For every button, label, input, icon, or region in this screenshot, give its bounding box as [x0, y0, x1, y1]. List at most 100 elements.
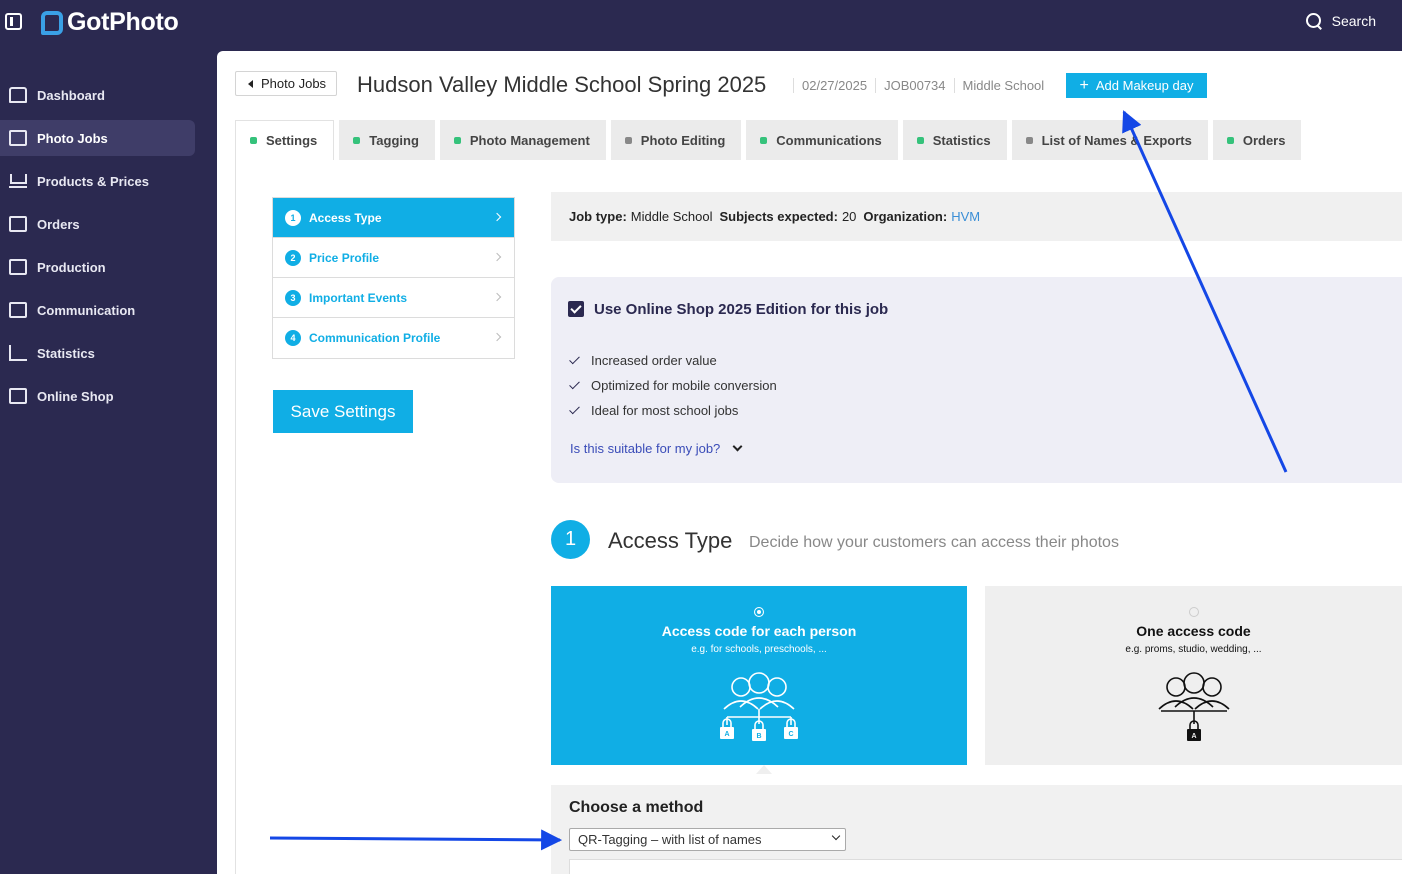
option-subtitle: e.g. proms, studio, wedding, ...	[1125, 644, 1262, 655]
lock-a-label: A	[1191, 733, 1196, 740]
sidebar-item-label: Orders	[37, 216, 80, 232]
tab-label: Communications	[776, 132, 882, 148]
tab-statistics[interactable]: Statistics	[902, 120, 1007, 160]
tab-settings[interactable]: Settings	[235, 120, 335, 160]
step-price-profile[interactable]: 2 Price Profile	[273, 238, 514, 278]
tab-label: Photo Editing	[640, 132, 726, 148]
sidebar-item-dashboard[interactable]: Dashboard	[0, 77, 195, 113]
benefit-text: Increased order value	[591, 353, 717, 368]
search-label: Search	[1331, 13, 1376, 29]
chevron-right-icon	[492, 292, 502, 302]
search-icon	[1305, 12, 1323, 30]
option-title: One access code	[1136, 623, 1251, 639]
back-to-photo-jobs-button[interactable]: Photo Jobs	[235, 71, 338, 96]
step-number: 2	[285, 249, 301, 266]
sidebar-item-photo-jobs[interactable]: Photo Jobs	[0, 120, 195, 156]
store-icon	[9, 388, 27, 404]
radio-button[interactable]	[754, 607, 764, 617]
tab-communications[interactable]: Communications	[746, 120, 898, 160]
sidebar-item-orders[interactable]: Orders	[0, 206, 195, 242]
status-dot-icon	[453, 136, 461, 144]
printer-icon	[9, 259, 27, 275]
sidebar-item-label: Online Shop	[37, 388, 114, 404]
radio-button[interactable]	[1188, 607, 1199, 617]
add-makeup-label: Add Makeup day	[1095, 78, 1194, 93]
group-with-locks-icon: A B C	[720, 672, 798, 741]
group-with-lock-icon: A	[1157, 672, 1230, 741]
benefit-text: Optimized for mobile conversion	[591, 378, 777, 393]
status-dot-icon	[760, 136, 768, 144]
sidebar-item-online-shop[interactable]: Online Shop	[0, 378, 195, 414]
plus-icon: +	[1079, 76, 1089, 94]
chevron-right-icon	[492, 252, 502, 262]
tab-label: Photo Management	[469, 132, 590, 148]
job-info-bar: Job type: Middle School Subjects expecte…	[551, 192, 1402, 241]
step-important-events[interactable]: 3 Important Events	[273, 278, 514, 318]
chart-icon	[9, 345, 27, 361]
back-label: Photo Jobs	[261, 76, 327, 91]
subjects-value: 20	[841, 209, 857, 224]
list-item: Increased order value	[568, 348, 777, 373]
tab-label: Settings	[266, 133, 318, 148]
job-tabs: Settings Tagging Photo Management Photo …	[235, 120, 1302, 160]
step-communication-profile[interactable]: 4 Communication Profile	[273, 318, 514, 358]
method-select[interactable]: QR-Tagging – with list of names	[569, 828, 846, 851]
sidebar-item-production[interactable]: Production	[0, 249, 195, 285]
message-icon	[9, 302, 27, 318]
online-shop-title: Use Online Shop 2025 Edition for this jo…	[594, 301, 889, 318]
settings-steps: 1 Access Type 2 Price Profile 3 Importan…	[272, 197, 515, 359]
organization-link[interactable]: HVM	[951, 209, 980, 224]
status-dot-icon	[624, 136, 632, 144]
card-notch	[756, 765, 772, 774]
online-shop-panel: Use Online Shop 2025 Edition for this jo…	[551, 277, 1402, 483]
option-subtitle: e.g. for schools, preschools, ...	[691, 644, 827, 655]
sidebar-item-label: Photo Jobs	[37, 130, 108, 146]
chevron-right-icon	[492, 212, 502, 222]
gotphoto-logo-icon	[41, 10, 63, 35]
job-type: Middle School	[953, 78, 1053, 93]
caret-left-icon	[248, 79, 253, 88]
status-dot-icon	[1226, 136, 1234, 144]
lock-c-label: C	[788, 731, 793, 738]
list-item: Optimized for mobile conversion	[568, 373, 777, 398]
tab-label: Tagging	[369, 132, 419, 148]
method-section: Choose a method QR-Tagging – with list o…	[551, 785, 1402, 874]
job-type-label: Job type:	[569, 209, 627, 224]
tray-icon	[9, 216, 27, 232]
check-icon	[568, 379, 581, 392]
sidebar-item-communication[interactable]: Communication	[0, 292, 195, 328]
save-settings-button[interactable]: Save Settings	[273, 390, 413, 433]
logo-text: GotPhoto	[67, 8, 179, 36]
sidebar-item-products-prices[interactable]: Products & Prices	[0, 163, 195, 199]
tab-list-of-names-exports[interactable]: List of Names & Exports	[1011, 120, 1208, 160]
search-button[interactable]: Search	[1305, 12, 1376, 30]
method-details-box	[569, 859, 1402, 874]
step-access-type[interactable]: 1 Access Type	[273, 198, 514, 238]
suitable-toggle[interactable]: Is this suitable for my job?	[570, 441, 743, 456]
subjects-label: Subjects expected:	[719, 209, 838, 224]
step-label: Access Type	[309, 210, 382, 225]
logo[interactable]: GotPhoto	[41, 8, 179, 37]
sidebar-item-label: Statistics	[37, 345, 95, 361]
check-icon	[568, 354, 581, 367]
tab-tagging[interactable]: Tagging	[339, 120, 435, 160]
chevron-right-icon	[492, 332, 502, 342]
section-title: Access Type	[608, 528, 733, 553]
tab-orders[interactable]: Orders	[1212, 120, 1302, 160]
access-option-one-code[interactable]: One access code e.g. proms, studio, wedd…	[985, 586, 1402, 765]
method-title: Choose a method	[569, 799, 704, 816]
main-panel: Photo Jobs Hudson Valley Middle School S…	[217, 51, 1402, 874]
status-dot-icon	[916, 136, 924, 144]
access-option-per-person[interactable]: Access code for each person e.g. for sch…	[551, 586, 967, 765]
tab-label: List of Names & Exports	[1041, 132, 1192, 148]
online-shop-checkbox[interactable]	[568, 301, 584, 317]
add-makeup-day-button[interactable]: + Add Makeup day	[1066, 73, 1207, 98]
sidebar: Dashboard Photo Jobs Products & Prices O…	[0, 77, 210, 421]
check-icon	[568, 404, 581, 417]
sidebar-collapse-icon[interactable]	[5, 13, 22, 30]
tab-photo-editing[interactable]: Photo Editing	[610, 120, 742, 160]
sidebar-item-label: Communication	[37, 302, 136, 318]
tab-photo-management[interactable]: Photo Management	[439, 120, 606, 160]
tab-label: Orders	[1242, 132, 1286, 148]
sidebar-item-statistics[interactable]: Statistics	[0, 335, 195, 371]
